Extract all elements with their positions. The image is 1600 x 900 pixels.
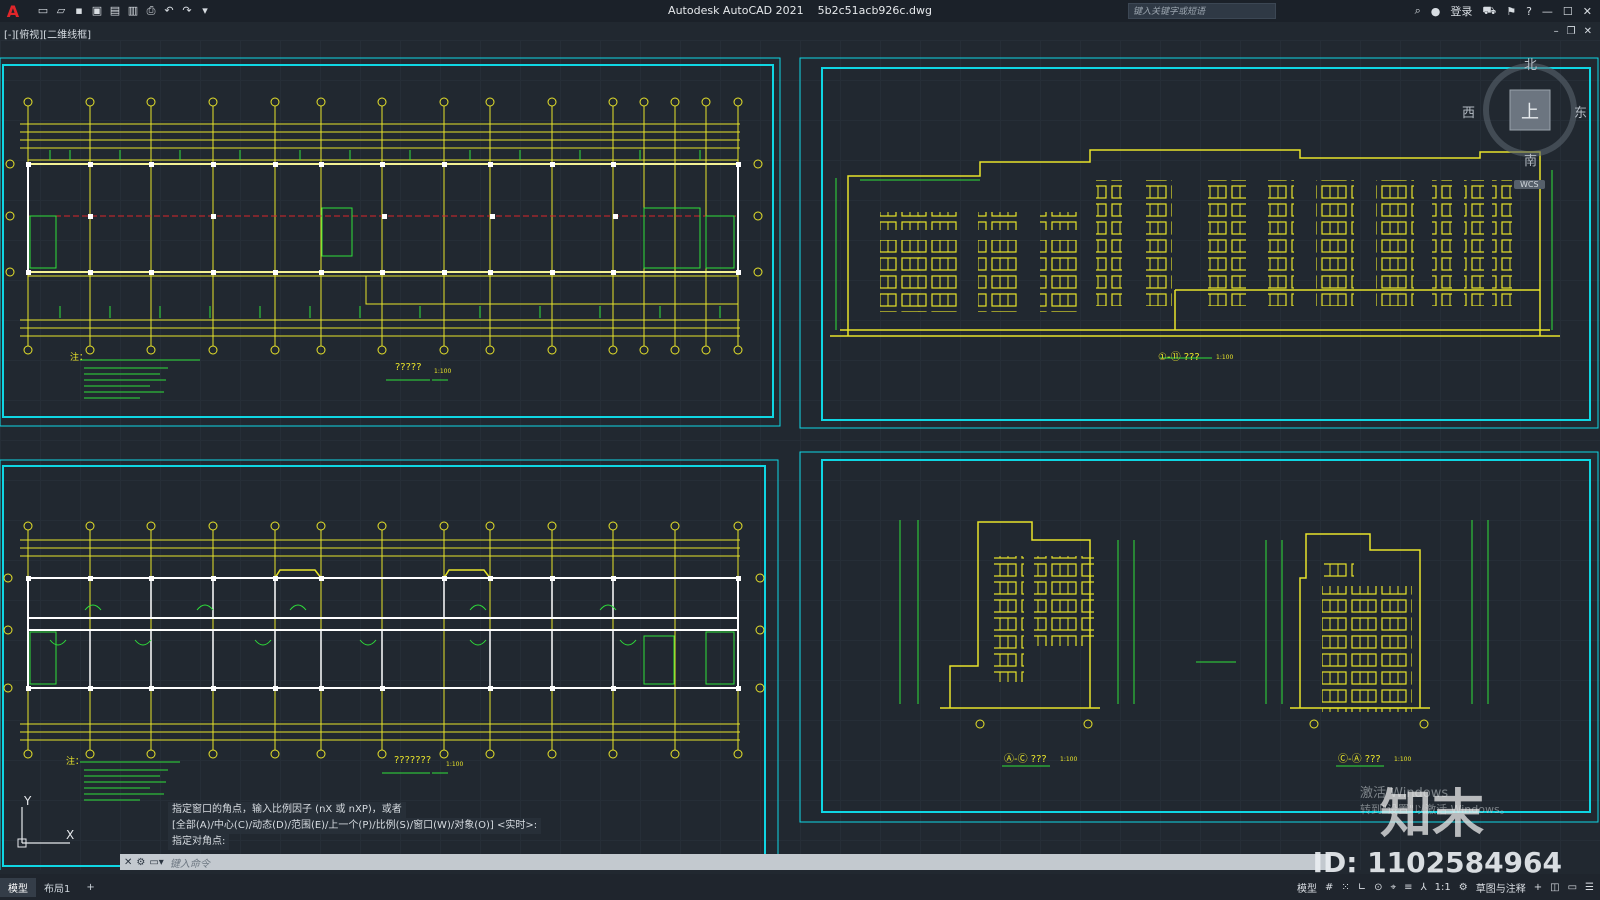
elevation2-scale: 1:100 [1060,756,1078,763]
file-name: 5b2c51acb926c.dwg [817,4,932,17]
viewcube[interactable]: 北 南 西 东 上 WCS [1462,58,1587,189]
cart-icon[interactable]: ⛟ [1482,4,1496,19]
id-watermark: ID: 1102584964 [1312,846,1562,879]
search-icon[interactable]: ⌕ [1415,4,1421,18]
user-icon[interactable]: ● [1431,5,1441,18]
tab-model[interactable]: 模型 [0,877,36,897]
annotation-scale[interactable]: 1:1 [1435,882,1451,893]
saveas-icon[interactable]: ▣ [90,4,104,18]
workspace-gear-icon[interactable]: ⚙ [1459,882,1468,893]
search-input[interactable]: 键入关键字或短语 [1128,3,1276,19]
command-close-icon[interactable]: ✕ [124,857,132,868]
close-icon[interactable]: ✕ [1583,5,1592,18]
window-title: Autodesk AutoCAD 2021 5b2c51acb926c.dwg [0,4,1600,17]
elevation3-title: Ⓒ-Ⓐ ??? [1338,754,1381,765]
wcs-menu[interactable]: WCS [1514,180,1545,189]
elevation1-title: ①-⑪ ??? [1158,352,1200,363]
open-icon[interactable]: ▱ [54,4,68,18]
snap-icon[interactable]: ⁙ [1341,882,1349,893]
command-line[interactable]: ✕ ⚙ ▭▾ 键入命令 [120,854,1330,870]
viewcube-face-top[interactable]: 上 [1521,98,1539,124]
quick-access-toolbar: ▭ ▱ ▪ ▣ ▤ ▥ ⎙ ↶ ↷ ▾ [36,4,212,18]
titlebar-right: ⌕ ● 登录 ⛟ ⚑ ? — ☐ ✕ [1415,0,1600,22]
elevation1-scale: 1:100 [1216,354,1234,361]
command-history-line-3: 指定对角点: [168,834,230,850]
svg-text:X: X [66,828,74,842]
polar-icon[interactable]: ⊙ [1374,882,1382,893]
viewport-minimize-icon[interactable]: – [1554,26,1559,37]
elevation3-scale: 1:100 [1394,756,1412,763]
viewcube-west[interactable]: 西 [1462,102,1475,121]
command-history: 指定窗口的角点，输入比例因子 (nX 或 nXP)，或者 [全部(A)/中心(C… [168,802,542,850]
drawing-canvas[interactable]: ????? 1:100 注： ??????? 1:100 注： ①-⑪ ??? … [0,40,1600,870]
annotation-visibility-icon[interactable]: ⅄ [1421,882,1427,893]
share-icon[interactable]: ⚑ [1506,5,1516,18]
login-link[interactable]: 登录 [1450,3,1472,19]
maximize-icon[interactable]: ☐ [1563,5,1573,18]
title-bar: A ▭ ▱ ▪ ▣ ▤ ▥ ⎙ ↶ ↷ ▾ Autodesk AutoCAD 2… [0,0,1600,22]
sheet-side-elevations[interactable] [799,451,1599,823]
undo-icon[interactable]: ↶ [162,4,176,18]
customize-menu-icon[interactable]: ☰ [1585,882,1594,893]
grid-icon[interactable]: # [1325,882,1333,893]
viewport-window-controls: – ❐ ✕ [1554,26,1592,37]
plot-preview-icon[interactable]: ▥ [126,4,140,18]
add-layout-icon[interactable]: + [78,880,102,895]
command-history-line-1: 指定窗口的角点，输入比例因子 (nX 或 nXP)，或者 [168,802,406,818]
viewcube-east[interactable]: 东 [1574,102,1587,121]
fullscreen-icon[interactable]: ▭ [1568,882,1577,893]
elevation2-title: Ⓐ-Ⓒ ??? [1004,754,1047,765]
app-title: Autodesk AutoCAD 2021 [668,4,804,17]
plan1-scale: 1:100 [434,368,452,375]
lineweight-icon[interactable]: ≡ [1404,882,1412,893]
viewport-label[interactable]: [-][俯视][二维线框] [4,26,91,41]
workspace-switch[interactable]: 草图与注释 [1476,880,1526,895]
osnap-icon[interactable]: ⌖ [1391,882,1397,893]
plan2-title: ??????? [394,755,432,766]
sheet-floor-plan-1[interactable] [0,57,781,427]
publish-icon[interactable]: ▤ [108,4,122,18]
model-space-toggle[interactable]: 模型 [1297,880,1317,895]
command-customize-icon[interactable]: ⚙ [136,857,145,868]
viewport-close-icon[interactable]: ✕ [1584,26,1592,37]
isolate-icon[interactable]: ◫ [1550,882,1559,893]
print-icon[interactable]: ⎙ [144,4,158,18]
plan1-title: ????? [395,362,422,373]
help-icon[interactable]: ? [1526,5,1532,18]
brand-watermark: 知末 [1380,785,1485,845]
command-recent-icon[interactable]: ▭▾ [149,857,163,868]
plan2-scale: 1:100 [446,761,464,768]
save-icon[interactable]: ▪ [72,4,86,18]
autocad-logo-icon[interactable]: A [0,0,26,22]
command-input[interactable]: 键入命令 [170,855,210,870]
viewcube-north[interactable]: 北 [1524,54,1537,73]
plan2-notes-label: 注： [66,757,85,767]
new-icon[interactable]: ▭ [36,4,50,18]
viewport-restore-icon[interactable]: ❐ [1567,26,1576,37]
plan1-notes-label: 注： [70,353,89,363]
svg-text:Y: Y [23,795,32,808]
sheet-front-elevation[interactable] [799,57,1599,429]
tab-layout1[interactable]: 布局1 [36,878,78,897]
customize-icon[interactable]: ▾ [198,4,212,18]
minimize-icon[interactable]: — [1542,5,1553,18]
add-icon[interactable]: + [1534,882,1542,893]
ortho-icon[interactable]: ∟ [1358,882,1366,893]
drawing-svg [0,57,1599,870]
command-history-line-2: [全部(A)/中心(C)/动态(D)/范围(E)/上一个(P)/比例(S)/窗口… [168,818,542,834]
redo-icon[interactable]: ↷ [180,4,194,18]
status-bar: 模型 # ⁙ ∟ ⊙ ⌖ ≡ ⅄ 1:1 ⚙ 草图与注释 + ◫ ▭ ☰ [1296,876,1600,898]
viewcube-south[interactable]: 南 [1524,150,1537,169]
